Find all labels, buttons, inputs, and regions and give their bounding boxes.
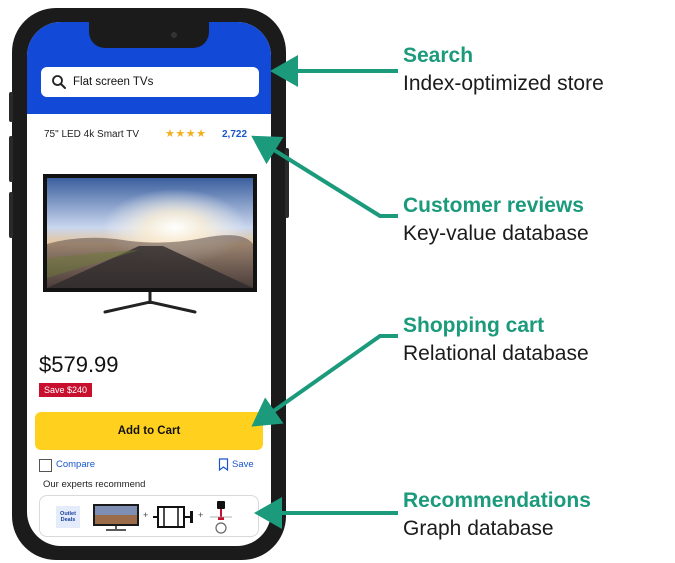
- shopping-cart-arrow: [251, 334, 398, 427]
- annotation-reviews-subtitle: Key-value database: [403, 222, 589, 245]
- customer-reviews-arrow: [251, 135, 398, 218]
- annotation-cart-subtitle: Relational database: [403, 342, 589, 365]
- annotation-search-title: Search: [403, 44, 474, 67]
- annotation-cart-title: Shopping cart: [403, 314, 545, 337]
- annotation-search-subtitle: Index-optimized store: [403, 72, 604, 95]
- annotation-recommendations-title: Recommendations: [403, 489, 591, 512]
- annotation-reviews-title: Customer reviews: [403, 194, 584, 217]
- annotation-recommendations-subtitle: Graph database: [403, 517, 554, 540]
